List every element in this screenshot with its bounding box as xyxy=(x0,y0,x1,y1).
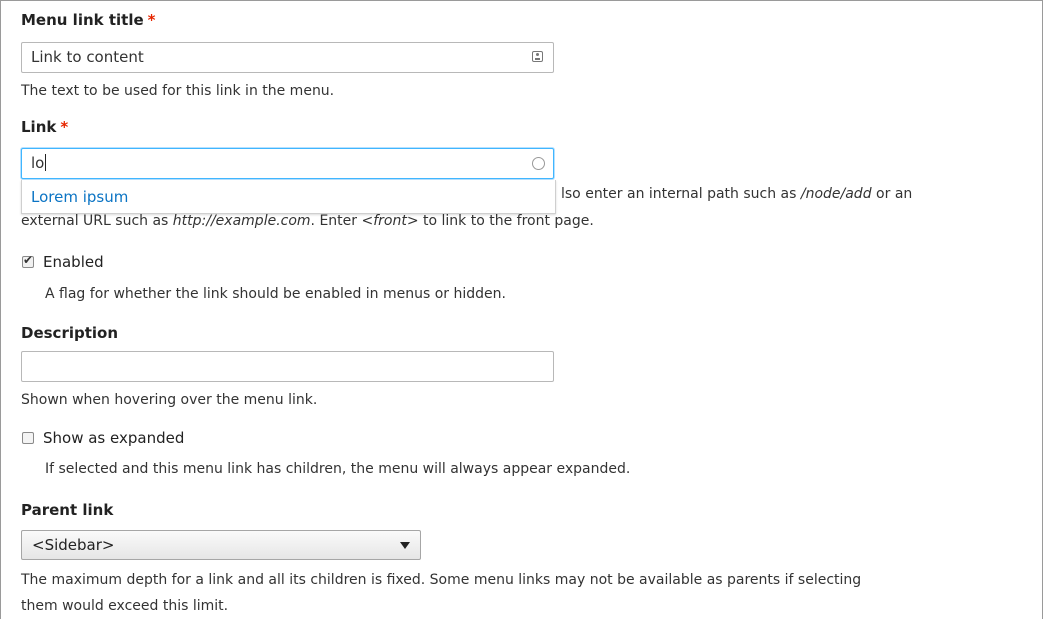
description-help: Shown when hovering over the menu link. xyxy=(21,392,318,408)
menu-link-title-value: Link to content xyxy=(31,48,144,66)
link-help-line2: external URL such as http://example.com.… xyxy=(21,213,594,229)
show-expanded-checkbox[interactable] xyxy=(22,432,34,444)
link-help-line1: lso enter an internal path such as /node… xyxy=(561,186,913,202)
show-expanded-label[interactable]: Show as expanded xyxy=(43,429,184,447)
parent-link-select[interactable]: <Sidebar> xyxy=(21,530,421,560)
parent-link-help-line2: them would exceed this limit. xyxy=(21,598,229,614)
enabled-label[interactable]: Enabled xyxy=(43,253,104,271)
link-input-value: lo xyxy=(31,154,45,172)
text-cursor xyxy=(45,154,47,171)
description-input[interactable] xyxy=(21,351,554,382)
parent-link-help-line1: The maximum depth for a link and all its… xyxy=(21,572,862,588)
parent-link-label: Parent link xyxy=(21,501,114,519)
required-marker: * xyxy=(147,11,156,29)
required-marker: * xyxy=(60,118,69,136)
menu-link-title-help: The text to be used for this link in the… xyxy=(21,83,335,99)
autocomplete-dropdown: Lorem ipsum xyxy=(21,180,556,214)
menu-link-title-input[interactable]: Link to content xyxy=(21,42,554,73)
menu-link-title-label: Menu link title * xyxy=(21,11,156,29)
autocomplete-throbber-icon xyxy=(532,157,545,170)
enabled-checkbox[interactable] xyxy=(22,253,34,268)
link-autocomplete-input[interactable]: lo xyxy=(21,148,554,179)
description-label: Description xyxy=(21,324,119,342)
show-expanded-help: If selected and this menu link has child… xyxy=(45,461,631,477)
autocomplete-option[interactable]: Lorem ipsum xyxy=(22,180,555,214)
link-label: Link * xyxy=(21,118,69,136)
contact-card-icon xyxy=(532,51,543,62)
chevron-down-icon xyxy=(400,542,410,549)
parent-link-selected: <Sidebar> xyxy=(32,536,115,554)
enabled-help: A flag for whether the link should be en… xyxy=(45,286,506,302)
